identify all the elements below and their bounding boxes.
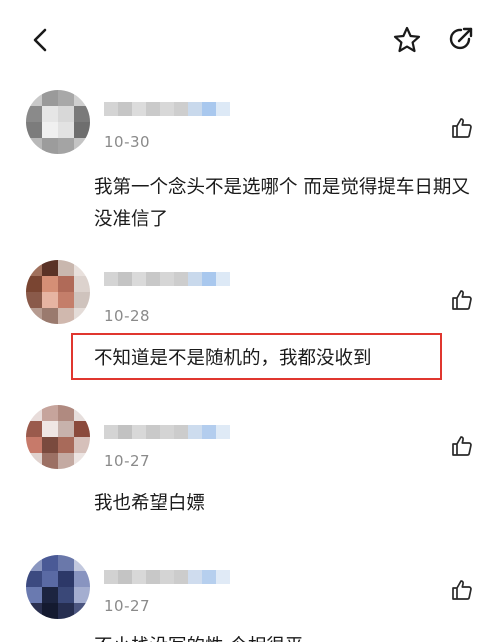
comment-date: 10-27 — [104, 597, 151, 615]
username-blurred[interactable] — [104, 570, 230, 584]
avatar[interactable] — [26, 555, 90, 619]
comment-item: 10-30 我第一个念头不是选哪个 而是觉得提车日期又没准信了 — [0, 90, 500, 240]
share-icon[interactable] — [447, 25, 475, 53]
comment-text: 不小栈没写的性 今相很平 — [94, 631, 484, 642]
comment-item: 10-27 我也希望白嫖 — [0, 405, 500, 535]
comment-text: 我第一个念头不是选哪个 而是觉得提车日期又没准信了 — [94, 177, 470, 230]
comment-date: 10-28 — [104, 307, 151, 325]
avatar[interactable] — [26, 405, 90, 469]
comment-date: 10-27 — [104, 452, 151, 470]
avatar[interactable] — [26, 90, 90, 154]
thumbs-up-icon[interactable] — [450, 116, 474, 140]
comment-item: 10-27 不小栈没写的性 今相很平 — [0, 555, 500, 642]
avatar[interactable] — [26, 260, 90, 324]
username-blurred[interactable] — [104, 425, 230, 439]
star-icon[interactable] — [392, 25, 422, 55]
thumbs-up-icon[interactable] — [450, 578, 474, 602]
thumbs-up-icon[interactable] — [450, 434, 474, 458]
comment-text: 我也希望白嫖 — [94, 493, 206, 514]
top-bar — [0, 0, 500, 80]
back-chevron-icon[interactable] — [28, 26, 52, 54]
red-highlight-box — [71, 333, 442, 380]
comment-date: 10-30 — [104, 133, 151, 151]
username-blurred[interactable] — [104, 102, 230, 116]
username-blurred[interactable] — [104, 272, 230, 286]
thumbs-up-icon[interactable] — [450, 288, 474, 312]
